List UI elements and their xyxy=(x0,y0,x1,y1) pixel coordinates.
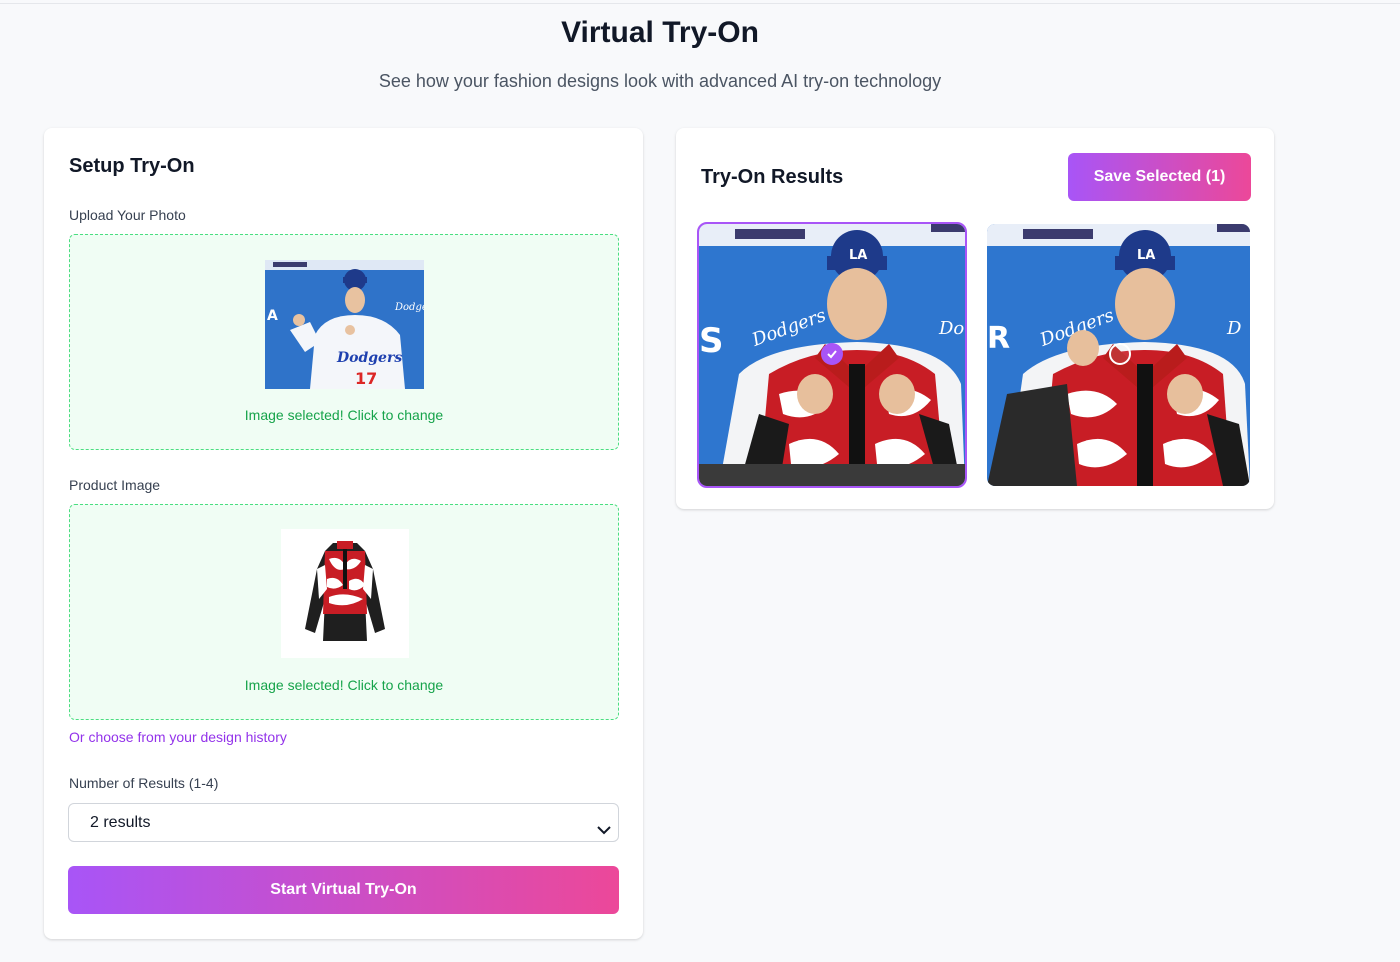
check-icon xyxy=(821,343,843,365)
svg-text:A: A xyxy=(267,308,278,324)
chevron-down-icon xyxy=(596,815,612,835)
number-of-results-label: Number of Results (1-4) xyxy=(69,775,219,791)
top-divider xyxy=(0,3,1400,4)
number-of-results-select[interactable]: 2 results xyxy=(68,803,619,842)
svg-text:LA: LA xyxy=(849,248,867,263)
svg-text:LA: LA xyxy=(1137,248,1155,263)
start-try-on-button[interactable]: Start Virtual Try-On xyxy=(68,866,619,914)
svg-text:Dodgers: Dodgers xyxy=(394,302,424,313)
result-image-2[interactable]: R Dodgers D LA xyxy=(987,224,1250,486)
product-thumbnail xyxy=(281,529,409,658)
results-title: Try-On Results xyxy=(701,166,844,188)
upload-photo-label: Upload Your Photo xyxy=(69,207,186,223)
results-card: Try-On Results Save Selected (1) S Dodge… xyxy=(676,128,1274,509)
page-title: Virtual Try-On xyxy=(561,16,759,49)
page-subtitle: See how your fashion designs look with a… xyxy=(378,71,942,91)
setup-title: Setup Try-On xyxy=(69,155,195,177)
svg-text:S: S xyxy=(699,321,724,361)
setup-card: Setup Try-On Upload Your Photo Dodgers A… xyxy=(44,128,643,939)
product-image-dropzone[interactable]: Image selected! Click to change xyxy=(69,504,619,720)
svg-text:D: D xyxy=(1226,318,1242,339)
design-history-link[interactable]: Or choose from your design history xyxy=(69,729,287,745)
product-image-status: Image selected! Click to change xyxy=(244,677,444,693)
upload-photo-dropzone[interactable]: Dodgers A Dodgers 17 Image selected! Cli… xyxy=(69,234,619,450)
svg-text:Dodgers: Dodgers xyxy=(336,350,402,366)
svg-text:Do: Do xyxy=(938,318,964,339)
result-image-1[interactable]: S Dodgers Do LA xyxy=(697,222,967,488)
user-photo-thumbnail: Dodgers A Dodgers 17 xyxy=(265,260,424,389)
number-of-results-value: 2 results xyxy=(90,814,151,831)
save-selected-button[interactable]: Save Selected (1) xyxy=(1068,153,1251,201)
upload-photo-status: Image selected! Click to change xyxy=(244,407,444,423)
svg-text:R: R xyxy=(987,321,1010,356)
svg-text:17: 17 xyxy=(355,369,377,388)
empty-circle-icon xyxy=(1109,343,1131,365)
product-image-label: Product Image xyxy=(69,477,161,493)
